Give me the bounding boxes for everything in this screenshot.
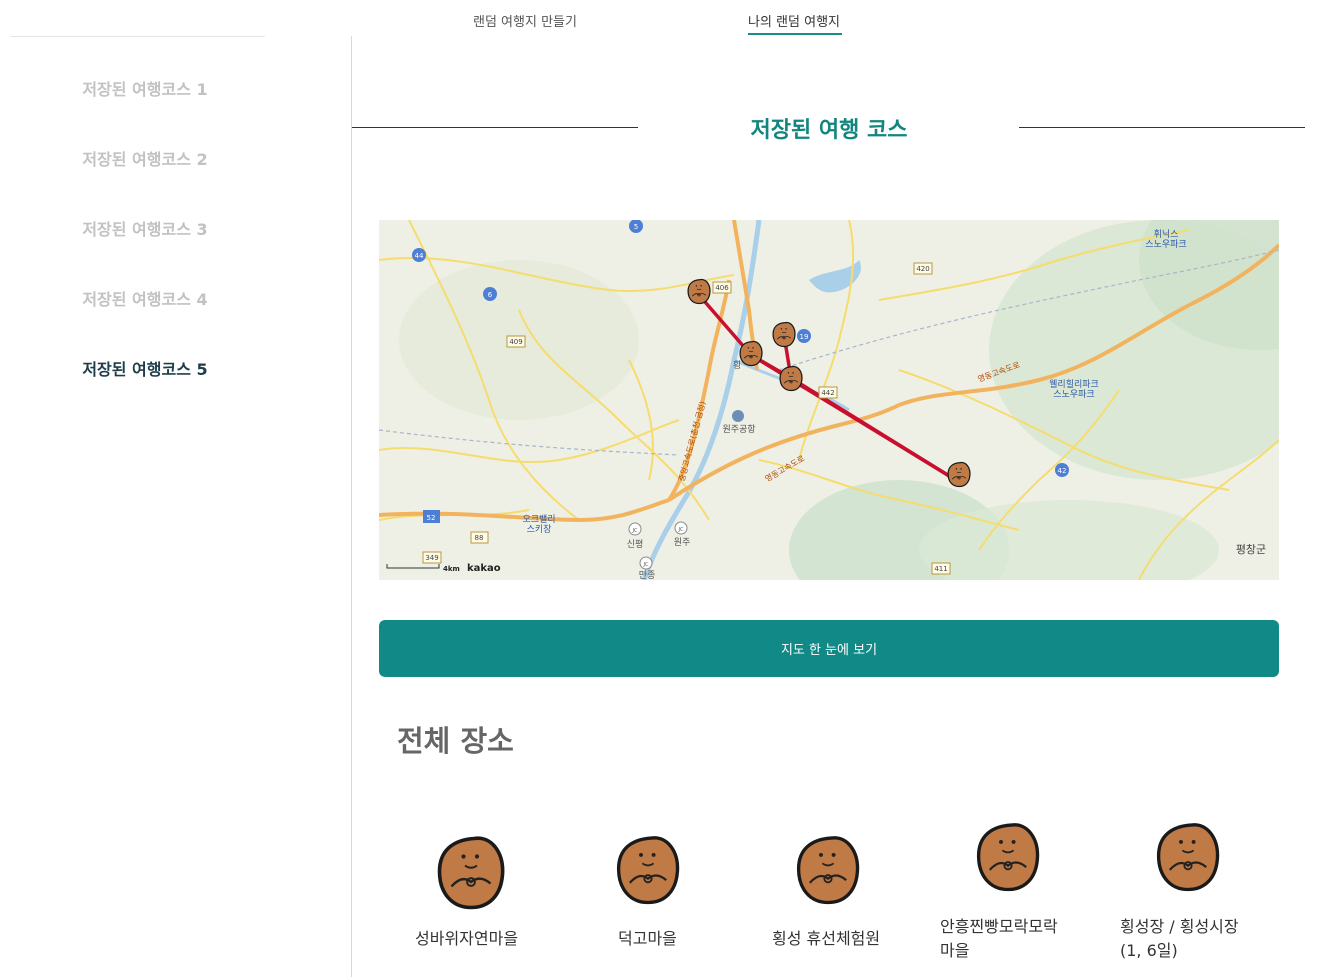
svg-text:406: 406	[715, 284, 729, 292]
place-name: 횡성장 / 횡성시장 (1, 6일)	[1120, 917, 1239, 960]
map-label-pyeongchang: 평창군	[1236, 543, 1266, 556]
svg-text:88: 88	[475, 534, 484, 542]
page-title: 저장된 여행 코스	[750, 118, 908, 143]
title-rule-right	[1019, 127, 1305, 128]
potato-mascot-icon	[616, 836, 680, 905]
map-label-town: 횡	[733, 359, 741, 371]
svg-text:6: 6	[488, 291, 493, 299]
map-marker-potato-icon	[947, 461, 971, 488]
svg-text:349: 349	[425, 554, 438, 562]
svg-text:42: 42	[1058, 467, 1067, 475]
svg-text:JC: JC	[643, 562, 649, 568]
svg-text:JC: JC	[678, 527, 684, 533]
svg-text:19: 19	[800, 333, 809, 341]
map-canvas[interactable]: 44 6 5 406 409 420 19 442 42 52 88 349 4…	[379, 220, 1279, 580]
svg-text:5: 5	[634, 223, 638, 231]
map-marker-potato-icon	[772, 321, 796, 348]
map-scale: 4km	[443, 565, 460, 573]
potato-mascot-icon	[976, 823, 1040, 892]
potato-mascot-icon	[1156, 823, 1220, 892]
map-marker-potato-icon	[739, 340, 763, 367]
svg-text:52: 52	[427, 514, 436, 522]
place-name: 횡성 휴선체험원	[772, 929, 881, 948]
svg-text:411: 411	[934, 565, 947, 573]
svg-text:409: 409	[509, 338, 522, 346]
top-nav: 랜덤 여행지 만들기 나의 랜덤 여행지	[0, 0, 1320, 36]
airport-icon	[732, 410, 744, 422]
map-label-airport: 원주공항	[722, 424, 755, 435]
title-rule-left	[352, 127, 638, 128]
map-label-wonju: 원주	[674, 537, 691, 548]
tab-my-random-trip[interactable]: 나의 랜덤 여행지	[748, 11, 840, 30]
potato-mascot-icon	[796, 836, 860, 905]
sidebar-item-course-5[interactable]: 저장된 여행코스 5	[0, 356, 290, 380]
active-tab-indicator	[748, 33, 842, 35]
tab-make-random-trip[interactable]: 랜덤 여행지 만들기	[473, 11, 577, 30]
map-label-sinpyeong: 신평	[627, 539, 644, 550]
potato-mascot-icon	[437, 836, 505, 910]
svg-text:JC: JC	[632, 528, 638, 534]
route-map[interactable]: 44 6 5 406 409 420 19 442 42 52 88 349 4…	[379, 220, 1279, 580]
sidebar-item-course-1[interactable]: 저장된 여행코스 1	[0, 76, 290, 100]
svg-text:442: 442	[821, 389, 834, 397]
svg-text:44: 44	[415, 252, 424, 260]
map-label-oakvalley: 오크밸리 스키장	[522, 514, 555, 535]
sidebar-divider	[351, 36, 352, 977]
places-heading: 전체 장소	[397, 724, 514, 758]
sidebar-item-course-4[interactable]: 저장된 여행코스 4	[0, 286, 290, 310]
place-name: 안흥찐빵모락모락 마을	[940, 917, 1058, 960]
sidebar-top-divider	[10, 36, 265, 37]
svg-text:420: 420	[916, 265, 929, 273]
map-marker-potato-icon	[779, 365, 803, 392]
view-map-button[interactable]: 지도 한 눈에 보기	[379, 620, 1279, 677]
map-label-wellihilli: 웰리힐리파크 스노우파크	[1049, 378, 1099, 400]
place-name: 성바위자연마을	[415, 929, 519, 948]
sidebar-item-course-2[interactable]: 저장된 여행코스 2	[0, 146, 290, 170]
place-name: 덕고마을	[618, 929, 677, 948]
kakao-logo: kakao	[467, 563, 501, 574]
map-label-manjong: 만종	[639, 570, 656, 580]
map-marker-potato-icon	[687, 278, 711, 305]
sidebar-item-course-3[interactable]: 저장된 여행코스 3	[0, 216, 290, 240]
